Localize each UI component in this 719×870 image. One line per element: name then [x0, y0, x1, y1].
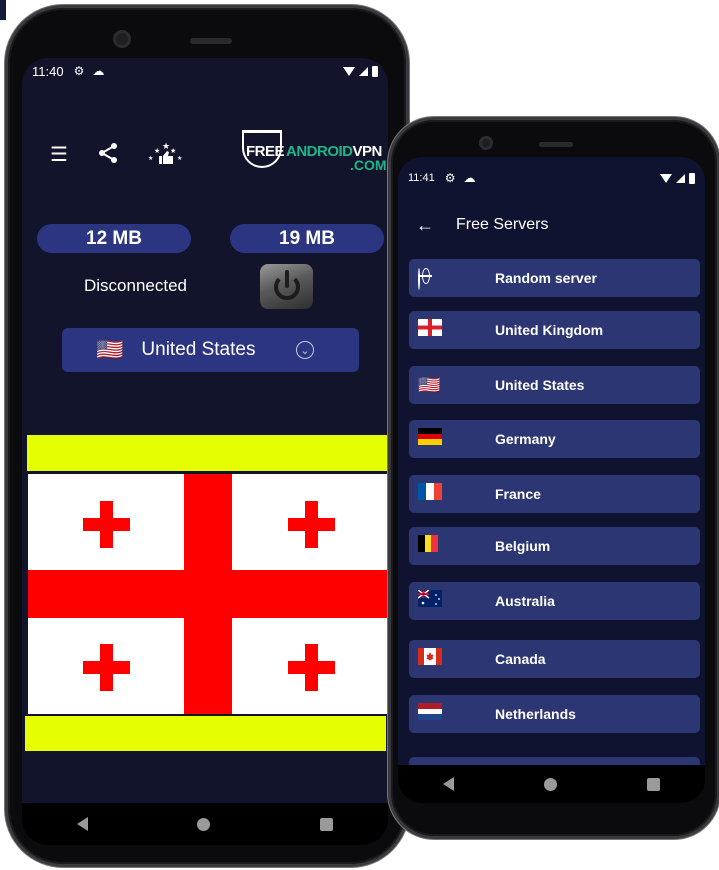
- app-logo: FREE ANDROIDVPN .COM: [242, 130, 388, 175]
- us-flag-icon: 🇺🇸: [96, 337, 124, 362]
- server-name: Australia: [495, 593, 555, 609]
- battery-icon: [689, 172, 695, 184]
- server-item-belgium[interactable]: Belgium: [409, 527, 700, 565]
- wifi-icon: [660, 173, 672, 183]
- server-item-uk[interactable]: United Kingdom: [409, 311, 700, 349]
- battery-icon: [372, 65, 378, 77]
- download-counter: 12 MB: [37, 224, 191, 253]
- connection-status: Disconnected: [84, 276, 188, 295]
- svg-text:★: ★: [162, 141, 170, 151]
- flag-small-cross: [83, 644, 130, 691]
- wifi-icon: [343, 66, 355, 76]
- server-item-partial[interactable]: [409, 757, 700, 765]
- flag-cross-horizontal: [28, 570, 388, 618]
- uk-flag-icon: [418, 319, 442, 341]
- front-camera: [479, 136, 493, 150]
- power-icon: [273, 269, 300, 300]
- selected-country-name: United States: [141, 339, 256, 360]
- main-screen: 11:40 ⚙ ☁ ☰ ★ ★ ★ ★ ★ FREE ANDROIDVPN .COM: [22, 58, 388, 803]
- server-name: Random server: [495, 270, 597, 286]
- rate-icon[interactable]: ★ ★ ★ ★ ★: [148, 140, 184, 170]
- server-item-germany[interactable]: Germany: [409, 420, 700, 458]
- nav-bar: [398, 765, 705, 803]
- server-name: France: [495, 486, 541, 502]
- australia-flag-icon: [417, 589, 442, 612]
- list-icon[interactable]: ☰: [50, 145, 68, 165]
- signal-icon: [359, 66, 368, 76]
- server-name: Netherlands: [495, 706, 576, 722]
- france-flag-icon: [418, 483, 442, 505]
- ad-georgia-flag[interactable]: [28, 474, 388, 714]
- server-name: Germany: [495, 431, 556, 447]
- flag-small-cross: [288, 644, 335, 691]
- signal-icon: [676, 173, 685, 183]
- flag-small-cross: [83, 501, 130, 548]
- ad-banner-top[interactable]: [27, 435, 388, 471]
- upload-counter: 19 MB: [230, 224, 384, 253]
- svg-text:★: ★: [148, 155, 153, 162]
- flag-small-cross: [288, 501, 335, 548]
- server-item-canada[interactable]: Canada: [409, 640, 700, 678]
- status-bar: 11:41 ⚙ ☁: [398, 165, 705, 191]
- svg-text:★: ★: [154, 147, 160, 155]
- speaker-grille: [539, 142, 573, 147]
- svg-text:★: ★: [177, 155, 182, 162]
- germany-flag-icon: [418, 428, 442, 450]
- back-arrow-icon[interactable]: ←: [416, 215, 434, 236]
- status-time: 11:41: [408, 172, 435, 184]
- server-name: Belgium: [495, 538, 551, 554]
- home-nav-icon[interactable]: [197, 817, 211, 831]
- page-title: Free Servers: [456, 216, 549, 233]
- toolbar: ☰ ★ ★ ★ ★ ★: [50, 140, 184, 170]
- cloud-icon: ☁: [92, 64, 105, 78]
- canada-flag-icon: [418, 648, 442, 670]
- front-camera: [113, 30, 131, 48]
- phone-main: 11:40 ⚙ ☁ ☰ ★ ★ ★ ★ ★ FREE ANDROIDVPN .COM: [5, 5, 409, 867]
- back-nav-icon[interactable]: [76, 817, 88, 831]
- gear-icon: ⚙: [73, 64, 85, 78]
- recents-nav-icon[interactable]: [320, 817, 334, 831]
- ad-banner-bottom[interactable]: [25, 716, 386, 751]
- back-nav-icon[interactable]: [443, 777, 454, 791]
- chevron-down-icon: ⌄: [296, 341, 314, 359]
- cloud-icon: ☁: [463, 171, 476, 185]
- share-icon[interactable]: [98, 142, 118, 168]
- logo-com: .COM: [350, 157, 387, 173]
- nav-bar: [22, 803, 388, 845]
- corner-mark: [0, 0, 6, 20]
- server-item-us[interactable]: 🇺🇸 United States: [409, 366, 700, 404]
- server-item-random[interactable]: Random server: [409, 259, 700, 297]
- server-item-australia[interactable]: Australia: [409, 582, 700, 620]
- status-bar: 11:40 ⚙ ☁: [22, 58, 388, 84]
- recents-nav-icon[interactable]: [647, 777, 660, 791]
- app-bar: ← Free Servers: [398, 205, 705, 245]
- logo-free: FREE: [246, 143, 285, 160]
- server-item-france[interactable]: France: [409, 475, 700, 513]
- server-name: United States: [495, 377, 585, 393]
- status-time: 11:40: [32, 63, 64, 79]
- gear-icon: ⚙: [444, 171, 456, 185]
- server-name: United Kingdom: [495, 322, 604, 338]
- logo-android-text: ANDROID: [286, 143, 353, 160]
- server-item-netherlands[interactable]: Netherlands: [409, 695, 700, 733]
- belgium-flag-icon: [418, 535, 438, 557]
- svg-text:★: ★: [170, 147, 176, 155]
- servers-screen: 11:41 ⚙ ☁ ← Free Servers Random server U…: [398, 157, 705, 765]
- home-nav-icon[interactable]: [544, 777, 557, 791]
- country-selector[interactable]: 🇺🇸 United States ⌄: [62, 328, 359, 372]
- globe-icon: [418, 268, 420, 290]
- netherlands-flag-icon: [418, 703, 442, 725]
- server-name: Canada: [495, 651, 546, 667]
- speaker-grille: [190, 38, 232, 44]
- us-flag-icon: 🇺🇸: [418, 374, 441, 395]
- power-button[interactable]: [260, 264, 313, 309]
- phone-servers: 11:41 ⚙ ☁ ← Free Servers Random server U…: [388, 117, 719, 839]
